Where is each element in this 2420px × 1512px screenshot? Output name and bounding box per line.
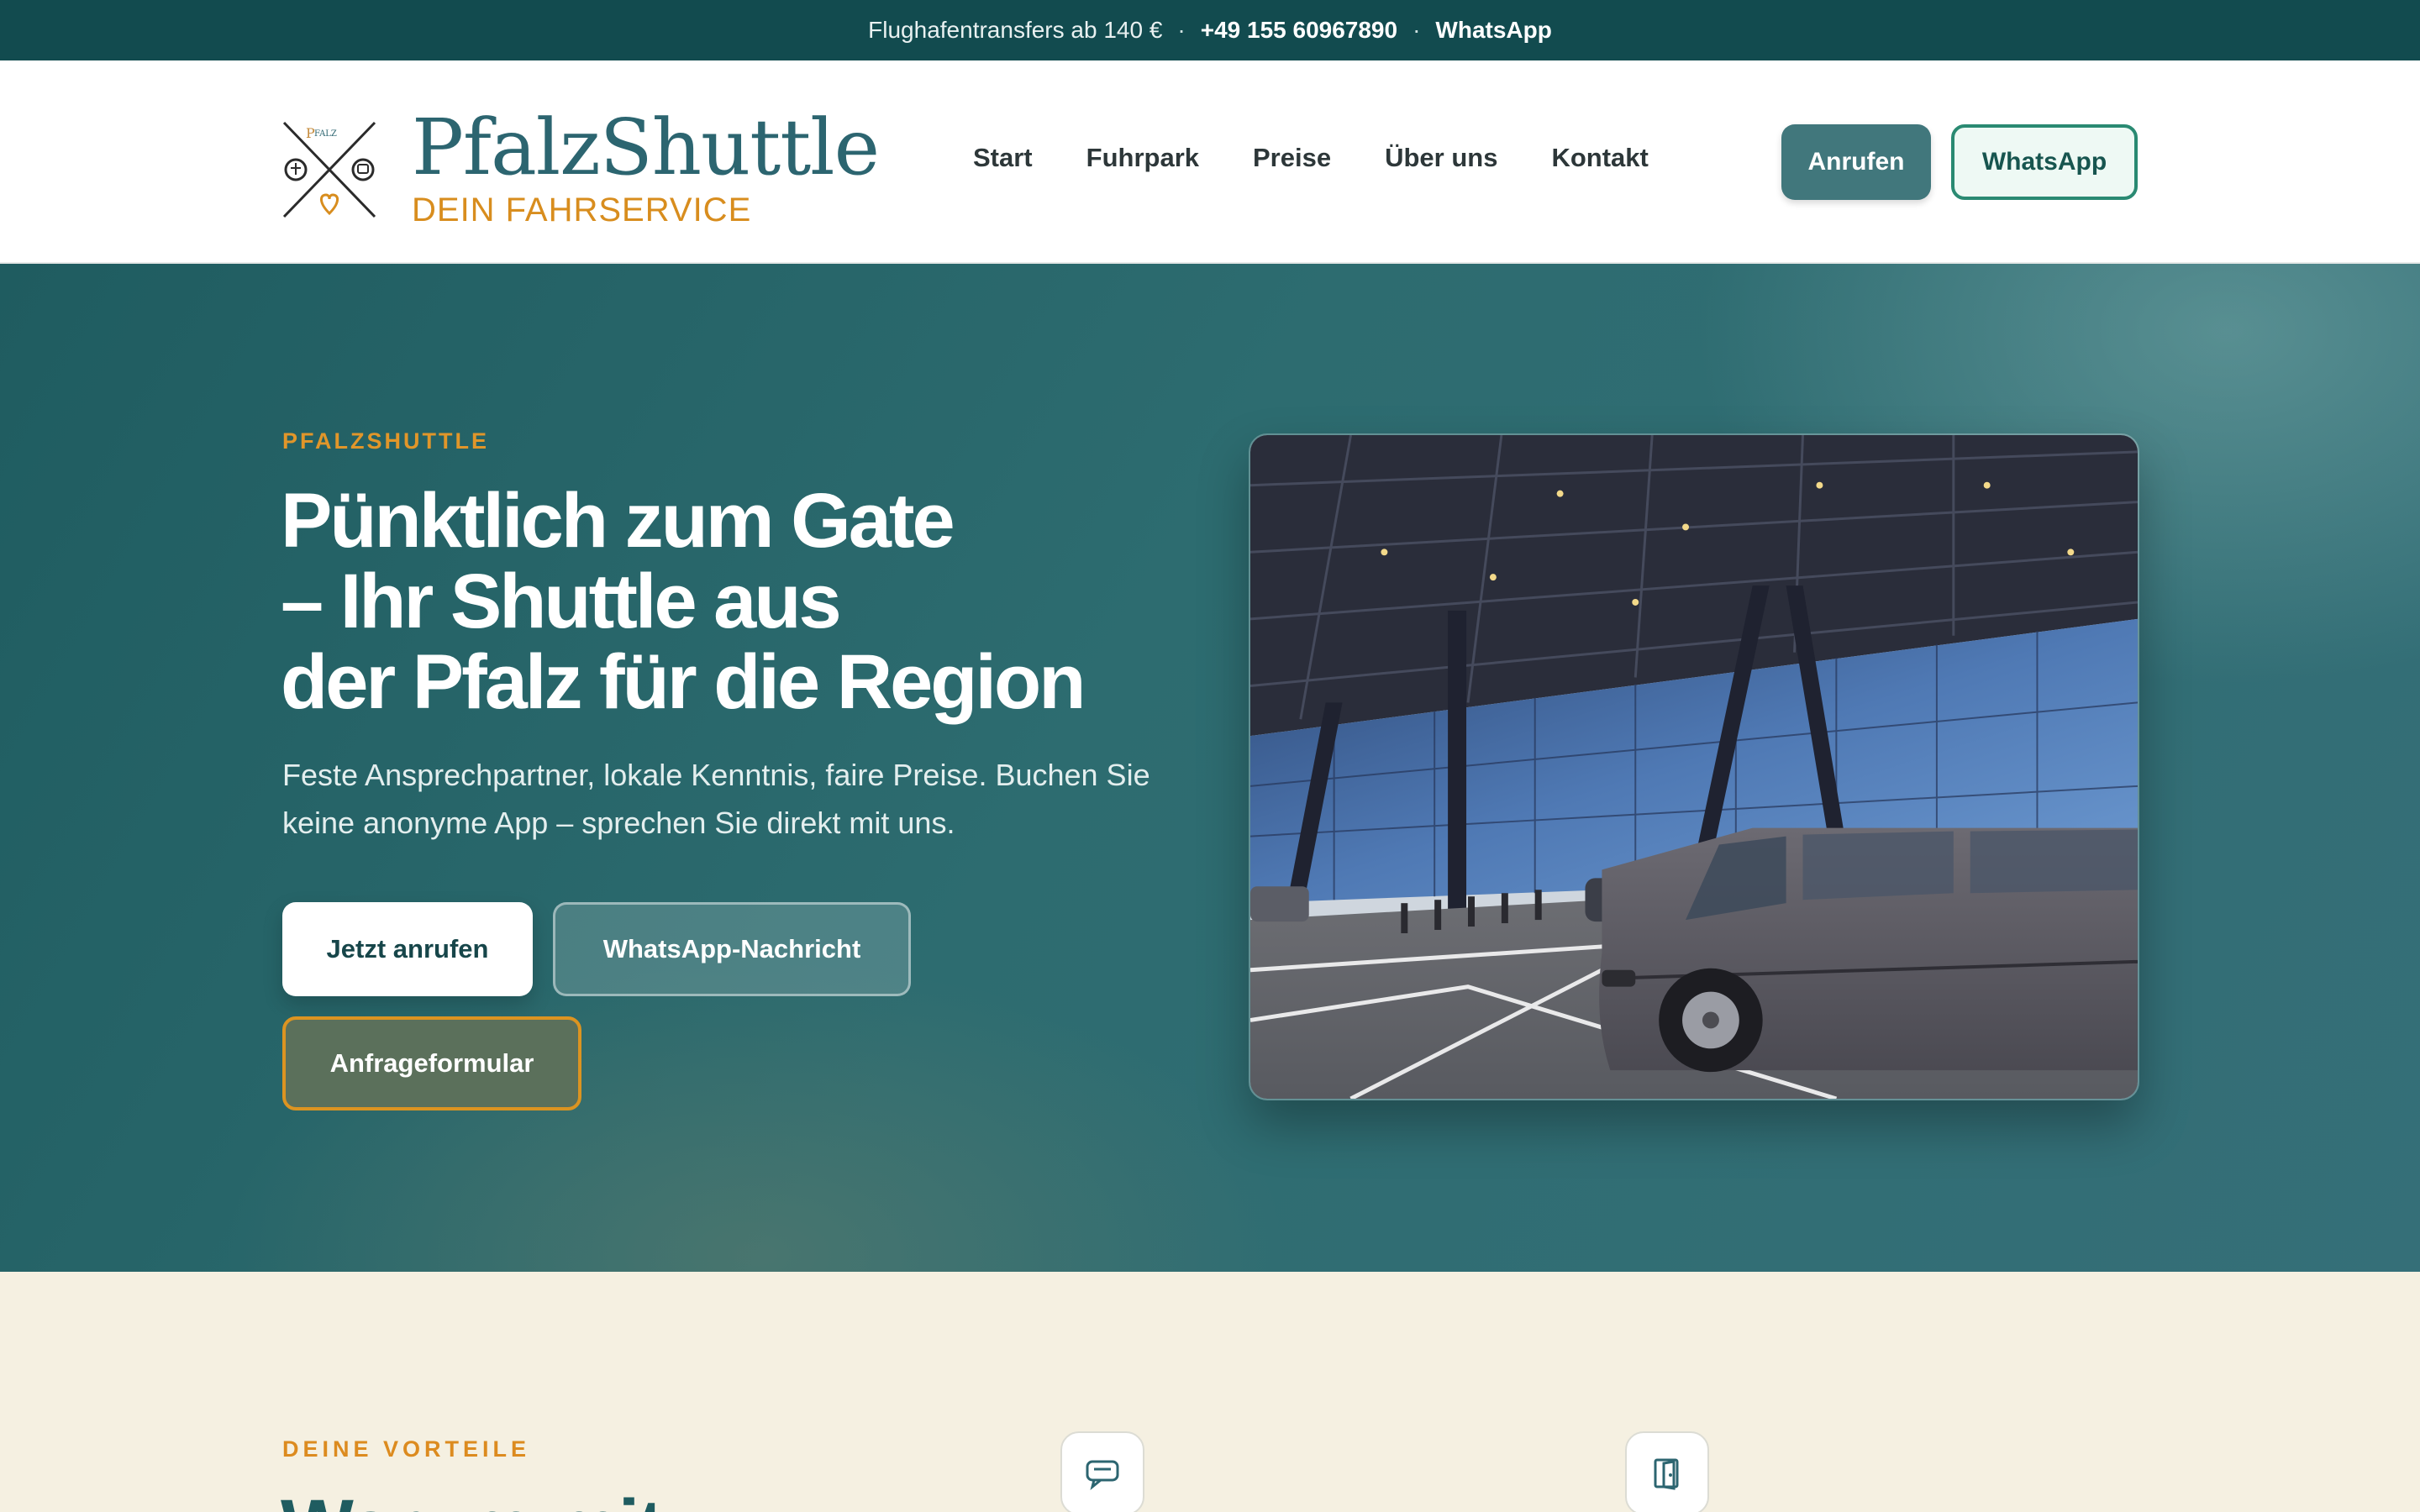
benefits-title: Warum mit bbox=[281, 1487, 664, 1512]
call-now-button[interactable]: Jetzt anrufen bbox=[282, 902, 533, 996]
hero-image-airport-shuttle bbox=[1249, 433, 2139, 1100]
separator: · bbox=[1177, 17, 1186, 43]
whatsapp-button[interactable]: WhatsApp bbox=[1951, 124, 2138, 200]
main-nav: Start Fuhrpark Preise Über uns Kontakt bbox=[973, 143, 1649, 173]
benefits-section: DEINE VORTEILE Warum mit bbox=[0, 1272, 2420, 1512]
logo[interactable]: P FALZ PfalzShuttle DEIN FAHRSERVICE bbox=[281, 102, 880, 229]
separator: · bbox=[1413, 17, 1421, 43]
topbar-whatsapp-link[interactable]: WhatsApp bbox=[1435, 17, 1551, 44]
nav-kontakt[interactable]: Kontakt bbox=[1551, 143, 1648, 173]
logo-emblem-icon: P FALZ bbox=[282, 121, 376, 218]
whatsapp-message-button[interactable]: WhatsApp-Nachricht bbox=[553, 902, 911, 996]
svg-text:FALZ: FALZ bbox=[314, 129, 337, 139]
logo-title: PfalzShuttle bbox=[412, 102, 880, 192]
headline-line-1: Pünktlich zum Gate bbox=[281, 478, 955, 564]
hero-eyebrow: PFALZSHUTTLE bbox=[282, 428, 489, 454]
site-header: P FALZ PfalzShuttle DEIN FAHRSERVICE Sta… bbox=[0, 60, 2420, 264]
headline-line-3: der Pfalz für die Region bbox=[281, 639, 1086, 725]
hero-section: PFALZSHUTTLE Pünktlich zum Gate – Ihr Sh… bbox=[0, 264, 2420, 1272]
logo-subtitle: DEIN FAHRSERVICE bbox=[412, 192, 752, 228]
announcement-bar: Flughafentransfers ab 140 € · +49 155 60… bbox=[0, 0, 2420, 60]
hero-headline: Pünktlich zum Gate – Ihr Shuttle aus der… bbox=[281, 480, 1205, 722]
topbar-phone-link[interactable]: +49 155 60967890 bbox=[1201, 17, 1397, 44]
headline-line-2: – Ihr Shuttle aus bbox=[281, 559, 842, 644]
door-icon bbox=[1625, 1431, 1709, 1512]
nav-ueber-uns[interactable]: Über uns bbox=[1385, 143, 1497, 173]
nav-fuhrpark[interactable]: Fuhrpark bbox=[1086, 143, 1199, 173]
request-form-button[interactable]: Anfrageformular bbox=[282, 1016, 581, 1110]
hero-lead: Feste Ansprechpartner, lokale Kenntnis, … bbox=[282, 758, 1150, 840]
chat-icon bbox=[1060, 1431, 1144, 1512]
offer-text: Flughafentransfers ab 140 € bbox=[868, 17, 1163, 43]
benefits-eyebrow: DEINE VORTEILE bbox=[282, 1436, 531, 1462]
nav-preise[interactable]: Preise bbox=[1253, 143, 1331, 173]
nav-start[interactable]: Start bbox=[973, 143, 1033, 173]
call-button[interactable]: Anrufen bbox=[1781, 124, 1931, 200]
logo-text: PfalzShuttle DEIN FAHRSERVICE bbox=[412, 102, 880, 229]
